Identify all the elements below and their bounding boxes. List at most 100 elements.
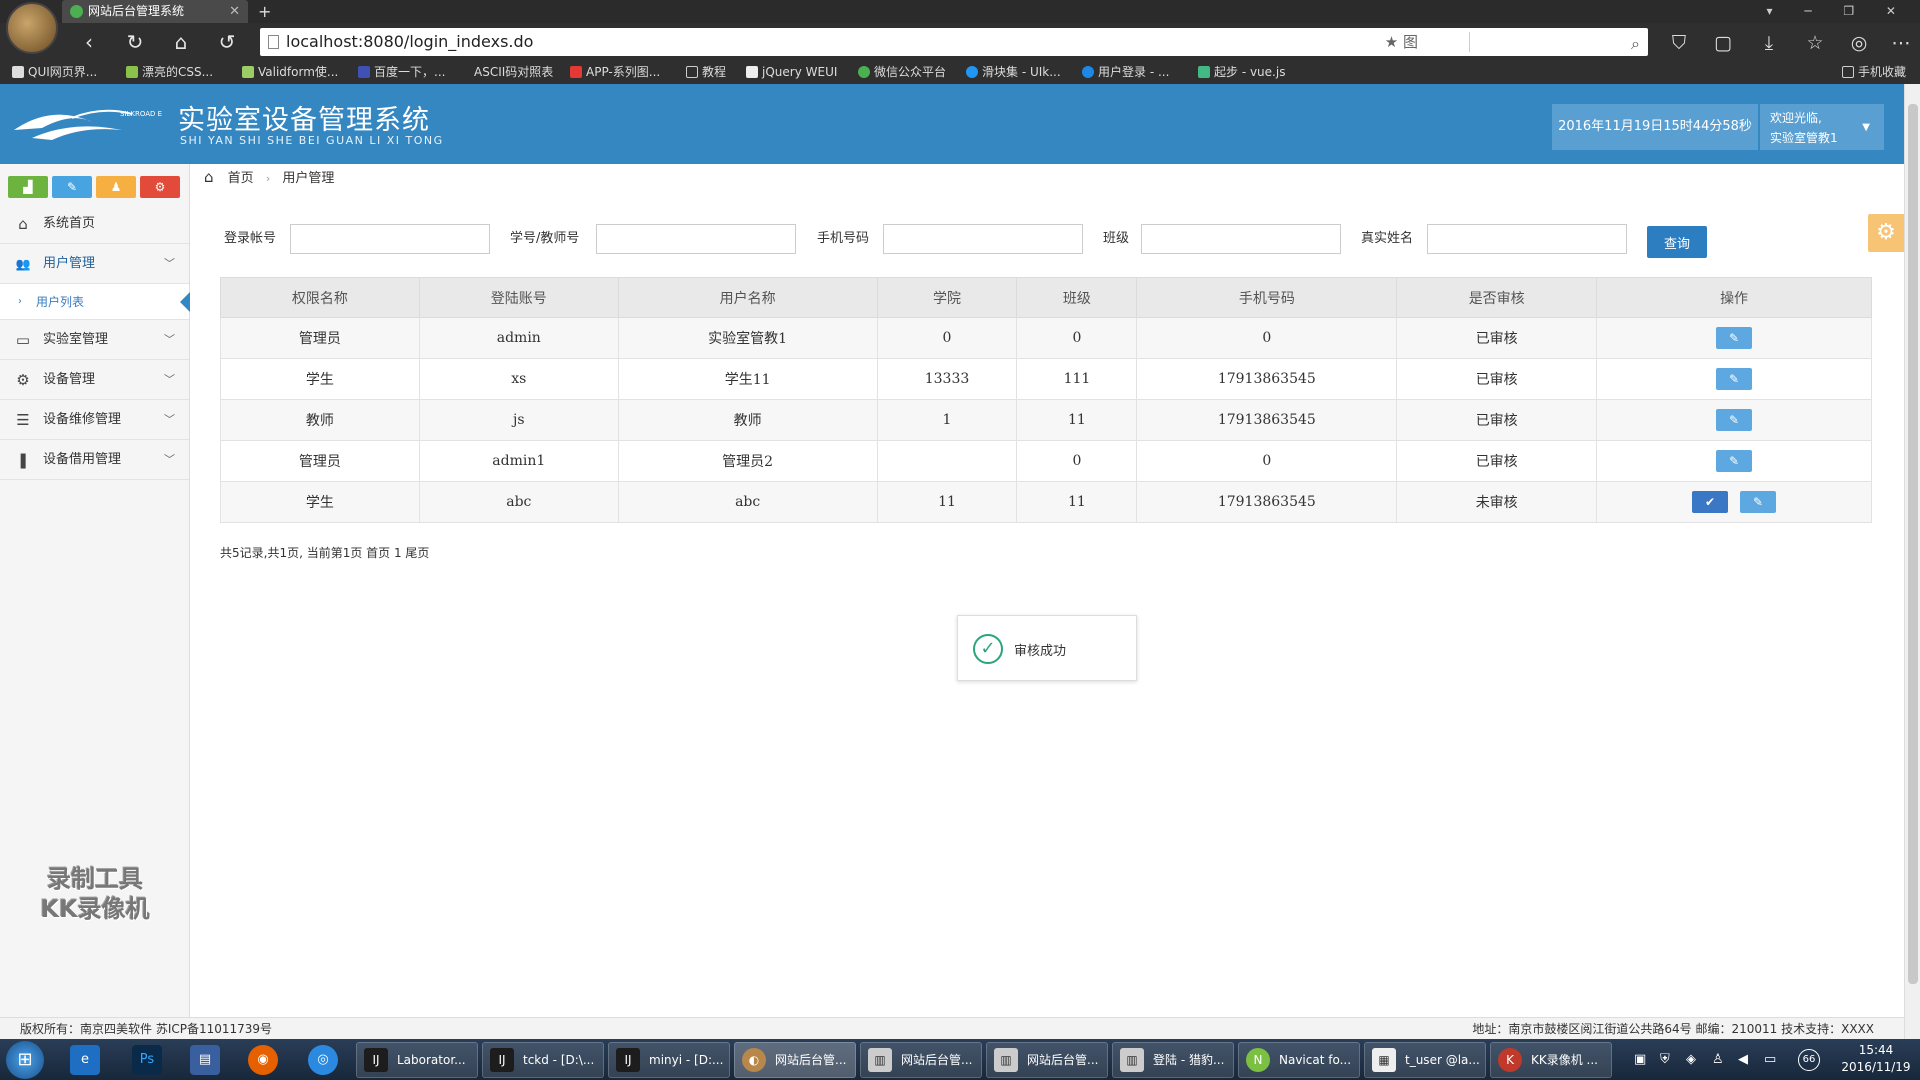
bookmark-item[interactable]: Validform使... [242, 61, 338, 84]
chart-shortcut-button[interactable]: ▟ [8, 176, 48, 198]
bookmark-item[interactable]: ASCII码对照表 [474, 61, 553, 84]
bookmark-item[interactable]: 微信公众平台 [858, 61, 946, 84]
cell-college: 13333 [876, 358, 1018, 400]
tray-network-icon[interactable]: ▣ [1634, 1045, 1646, 1075]
home-icon[interactable]: ⌂ [204, 168, 214, 186]
silkroad-logo-icon: SILKROAD EDU [14, 109, 162, 140]
edit-button[interactable]: ✎ [1716, 327, 1753, 349]
tray-user-icon[interactable]: ♙ [1712, 1045, 1724, 1075]
bookmark-item[interactable]: 教程 [686, 61, 726, 84]
bookmark-star-icon[interactable]: ★ 图 [1385, 28, 1418, 56]
cell-role: 学生 [220, 358, 420, 400]
edit-shortcut-button[interactable]: ✎ [52, 176, 92, 198]
approve-button[interactable]: ✔ [1692, 491, 1729, 513]
bookmark-item[interactable]: 起步 - vue.js [1198, 61, 1285, 84]
taskbar-item[interactable]: N Navicat fo... [1238, 1042, 1360, 1078]
browser-logo-icon[interactable] [6, 2, 58, 54]
edit-button[interactable]: ✎ [1716, 450, 1753, 472]
sidebar-subitem-user-list[interactable]: › 用户列表 [0, 284, 190, 320]
tab-close-icon[interactable]: ✕ [229, 0, 240, 23]
sidebar-item-home[interactable]: ⌂ 系统首页 [0, 204, 189, 244]
taskbar-item[interactable]: ▥ 网站后台管... [860, 1042, 982, 1078]
more-icon[interactable]: ⋯ [1888, 30, 1914, 56]
taskbar-item[interactable]: IJ tckd - [D:\... [482, 1042, 604, 1078]
sidebar-item-lab-management[interactable]: ▭ 实验室管理 ﹀ [0, 320, 189, 360]
back-icon[interactable]: ‹ [76, 29, 102, 55]
approve-icon: ✔ [1705, 495, 1716, 509]
vertical-scrollbar[interactable] [1904, 84, 1920, 1039]
explorer-icon[interactable]: ▤ [190, 1045, 220, 1075]
game-icon[interactable]: ◎ [1846, 30, 1872, 56]
settings-shortcut-button[interactable]: ⚙ [140, 176, 180, 198]
taskbar-item[interactable]: ▥ 网站后台管... [986, 1042, 1108, 1078]
taskbar-item[interactable]: ◐ 网站后台管... [734, 1042, 856, 1078]
sidebar-item-device-management[interactable]: ⚙ 设备管理 ﹀ [0, 360, 189, 400]
bookmark-item[interactable]: jQuery WEUI [746, 61, 837, 84]
home-nav-icon[interactable]: ⌂ [168, 29, 194, 55]
tray-counter-badge[interactable]: 66 [1798, 1049, 1820, 1071]
settings-gear-icon[interactable]: ⚙ [1868, 214, 1904, 252]
qq-browser-icon[interactable]: ◎ [308, 1045, 338, 1075]
address-bar[interactable]: localhost:8080/login_indexs.do ★ 图 ⌕ [260, 28, 1648, 56]
edit-button[interactable]: ✎ [1716, 368, 1753, 390]
bookmark-item[interactable]: APP-系列图... [570, 61, 660, 84]
active-pointer [180, 292, 190, 312]
firefox-icon[interactable]: ◉ [248, 1045, 278, 1075]
bag-icon[interactable]: ▢ [1710, 30, 1736, 56]
table-header-row: 权限名称 登陆账号 用户名称 学院 班级 手机号码 是否审核 操作 [220, 277, 1872, 318]
undo-icon[interactable]: ↺ [214, 29, 240, 55]
cell-actions: ✎ [1596, 358, 1872, 400]
login-account-input[interactable] [290, 224, 490, 254]
taskbar-item[interactable]: ▦ t_user @la... [1364, 1042, 1486, 1078]
sidebar-item-repair-management[interactable]: ☰ 设备维修管理 ﹀ [0, 400, 189, 440]
shield-icon[interactable]: ⛉ [1666, 30, 1692, 56]
start-button[interactable]: ⊞ [6, 1041, 44, 1079]
bookmark-item[interactable]: 手机收藏 [1842, 61, 1906, 84]
bookmark-item[interactable]: 漂亮的CSS... [126, 61, 213, 84]
bookmark-item[interactable]: QUI网页界... [12, 61, 97, 84]
window-task-icon: ▥ [1120, 1048, 1144, 1072]
ie-icon[interactable]: e [70, 1045, 100, 1075]
window-controls[interactable]: ▾ ─ ❐ ✕ [1766, 0, 1910, 23]
reload-icon[interactable]: ↻ [122, 29, 148, 55]
cell-status: 已审核 [1396, 399, 1598, 441]
student-id-input[interactable] [596, 224, 796, 254]
search-icon[interactable]: ⌕ [1631, 30, 1640, 58]
browser-tab[interactable]: 网站后台管理系统 ✕ [62, 0, 248, 23]
taskbar-item[interactable]: IJ Laborator... [356, 1042, 478, 1078]
new-tab-button[interactable]: + [258, 0, 271, 23]
column-header: 手机号码 [1136, 277, 1398, 318]
tray-antivirus-icon[interactable]: ⛨ [1660, 1045, 1670, 1075]
class-input[interactable] [1141, 224, 1341, 254]
edit-button[interactable]: ✎ [1716, 409, 1753, 431]
bookmark-item[interactable]: 用户登录 - ... [1082, 61, 1169, 84]
system-clock[interactable]: 15:44 2016/11/19 [1836, 1042, 1916, 1076]
phone-input[interactable] [883, 224, 1083, 254]
real-name-input[interactable] [1427, 224, 1627, 254]
sidebar-item-borrow-management[interactable]: ❚ 设备借用管理 ﹀ [0, 440, 189, 480]
tray-volume-icon[interactable]: ◀ [1738, 1045, 1748, 1075]
download-icon[interactable]: ⤓ [1756, 30, 1782, 56]
edit-button[interactable]: ✎ [1740, 491, 1777, 513]
clock-date: 2016/11/19 [1841, 1060, 1911, 1074]
user-menu[interactable]: 欢迎光临, 实验室管教1 ▼ [1760, 104, 1884, 150]
photoshop-icon[interactable]: Ps [132, 1045, 162, 1075]
bookmark-item[interactable]: 滑块集 - UIk... [966, 61, 1061, 84]
scrollbar-thumb[interactable] [1908, 104, 1918, 984]
query-button[interactable]: 查询 [1647, 226, 1707, 258]
users-shortcut-button[interactable]: ♟ [96, 176, 136, 198]
tray-display-icon[interactable]: ▭ [1764, 1045, 1776, 1075]
breadcrumb-separator: › [265, 172, 271, 185]
tray-shield-icon[interactable]: ◈ [1686, 1045, 1696, 1075]
taskbar-item[interactable]: ▥ 登陆 - 猎豹... [1112, 1042, 1234, 1078]
breadcrumb-home[interactable]: 首页 [228, 171, 254, 186]
sidebar-item-user-management[interactable]: 👥 用户管理 ﹀ [0, 244, 189, 284]
favorites-icon[interactable]: ☆ [1802, 30, 1828, 56]
taskbar-item[interactable]: K KK录像机 ... [1490, 1042, 1612, 1078]
cell-role: 教师 [220, 399, 420, 441]
taskbar-item[interactable]: IJ minyi - [D:... [608, 1042, 730, 1078]
browser-navbar: ‹ ↻ ⌂ ↺ localhost:8080/login_indexs.do ★… [0, 23, 1920, 61]
table-row: 管理员 admin1 管理员2 0 0 已审核 ✎ [220, 440, 1872, 482]
bookmark-item[interactable]: 百度一下，... [358, 61, 445, 84]
column-header: 用户名称 [617, 277, 878, 318]
